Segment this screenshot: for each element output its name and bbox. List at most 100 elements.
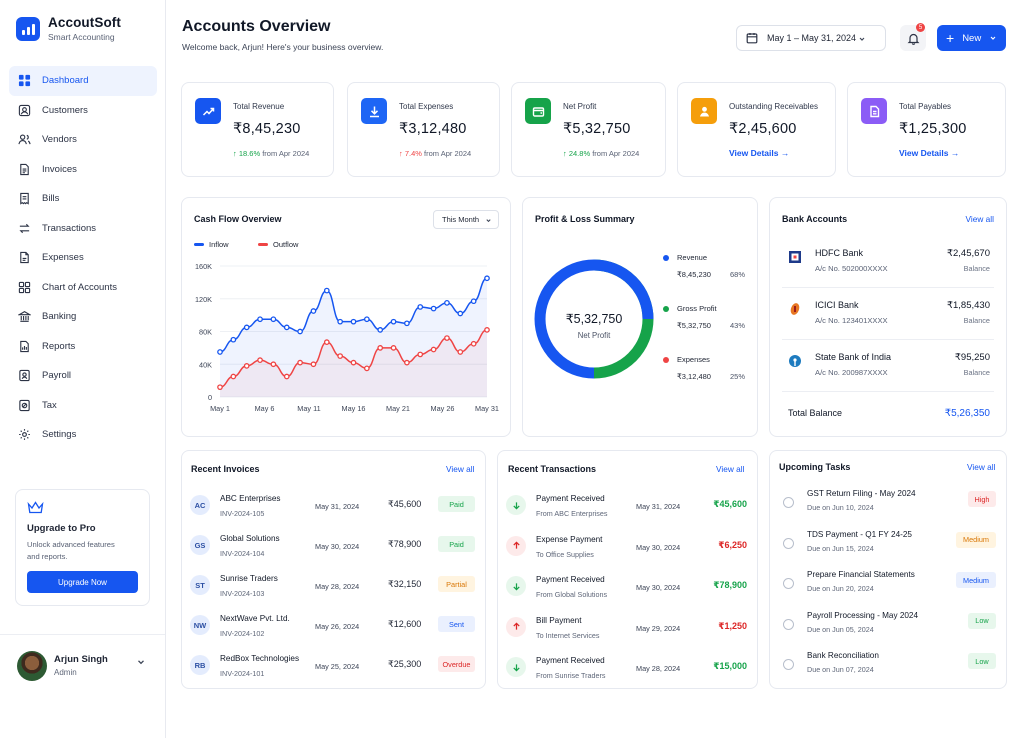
task-checkbox[interactable] [783, 659, 794, 670]
person-icon [691, 98, 717, 124]
kpi-label: Total Expenses [399, 102, 454, 111]
bank-name: ICICI Bank [815, 300, 859, 310]
sidebar-item-invoices[interactable]: Invoices [9, 155, 157, 185]
y-tick-label: 120K [195, 295, 212, 304]
bank-row-sbi[interactable]: State Bank of India A/c No. 200987XXXX ₹… [782, 340, 994, 392]
task-title: Bank Reconciliation [807, 651, 879, 660]
transaction-row[interactable]: Expense Payment To Office Supplies May 3… [498, 529, 759, 569]
bank-name: State Bank of India [815, 352, 892, 362]
upgrade-title: Upgrade to Pro [27, 523, 96, 534]
y-tick-label: 40K [199, 360, 212, 369]
pl-legend-value: ₹8,45,230 [677, 270, 711, 279]
sidebar-item-bills[interactable]: Bills [9, 184, 157, 214]
invoice-row[interactable]: ST Sunrise Traders INV-2024-103 May 28, … [182, 568, 487, 608]
user-profile[interactable]: Arjun Singh Admin [0, 634, 165, 738]
task-due-date: Due on Jun 07, 2024 [807, 665, 874, 674]
page-title: Accounts Overview [182, 18, 331, 35]
invoice-row[interactable]: AC ABC Enterprises INV-2024-105 May 31, … [182, 488, 487, 528]
bank-balance-label: Balance [963, 368, 990, 377]
client-name: RedBox Technologies [220, 654, 300, 663]
transaction-row[interactable]: Bill Payment To Internet Services May 29… [498, 610, 759, 650]
chevron-down-icon [990, 36, 996, 40]
transaction-title: Payment Received [536, 494, 605, 503]
view-all-link[interactable]: View all [716, 464, 744, 474]
donut-center-label: Net Profit [577, 331, 611, 340]
data-point-outflow [230, 373, 237, 380]
sidebar-item-dashboard[interactable]: Dashboard [9, 66, 157, 96]
sidebar-item-payroll[interactable]: Payroll [9, 361, 157, 391]
task-row[interactable]: Payroll Processing - May 2024 Due on Jun… [770, 606, 1008, 646]
sidebar-item-label: Banking [42, 311, 77, 323]
data-point-inflow [243, 324, 250, 331]
client-avatar: AC [190, 495, 210, 515]
donut-slice-gross-profit [593, 318, 654, 379]
kpi-value: ₹5,32,750 [563, 121, 631, 137]
sidebar-item-tax[interactable]: Tax [9, 391, 157, 421]
invoice-date: May 30, 2024 [315, 542, 360, 551]
data-point-inflow [364, 316, 370, 323]
accounts-icon [18, 281, 31, 293]
invoice-row[interactable]: NW NextWave Pvt. Ltd. INV-2024-102 May 2… [182, 608, 487, 648]
transaction-row[interactable]: Payment Received From Global Solutions M… [498, 569, 759, 609]
sidebar-item-banking[interactable]: Banking [9, 302, 157, 332]
task-row[interactable]: Prepare Financial Statements Due on Jun … [770, 565, 1008, 605]
task-row[interactable]: Bank Reconciliation Due on Jun 07, 2024 … [770, 646, 1008, 686]
transaction-date: May 30, 2024 [636, 542, 681, 552]
invoice-row[interactable]: RB RedBox Technologies INV-2024-101 May … [182, 648, 487, 688]
sidebar-item-chart-of-accounts[interactable]: Chart of Accounts [9, 273, 157, 303]
bank-row-icici[interactable]: ICICI Bank A/c No. 123401XXXX ₹1,85,430 … [782, 288, 994, 340]
transaction-title: Expense Payment [536, 534, 603, 544]
arrow-up-icon: ↑ [563, 149, 567, 158]
data-point-outflow [470, 340, 477, 347]
transaction-row[interactable]: Payment Received From Sunrise Traders Ma… [498, 650, 759, 690]
date-range-picker[interactable]: May 1 – May 31, 2024 [736, 25, 886, 51]
sidebar-item-customers[interactable]: Customers [9, 96, 157, 126]
view-all-link[interactable]: View all [966, 214, 994, 224]
view-all-link[interactable]: View all [446, 464, 474, 474]
sidebar-item-settings[interactable]: Settings [9, 420, 157, 450]
view-details-link[interactable]: View Details → [729, 148, 789, 158]
sidebar-item-vendors[interactable]: Vendors [9, 125, 157, 155]
chevron-down-icon[interactable] [136, 657, 146, 667]
invoice-number: INV-2024-105 [220, 509, 265, 518]
task-checkbox[interactable] [783, 578, 794, 589]
data-point-outflow [364, 365, 370, 372]
invoice-amount: ₹12,600 [388, 619, 422, 629]
data-point-inflow [217, 349, 223, 355]
data-point-outflow [377, 345, 384, 351]
period-select[interactable]: This Month [433, 210, 499, 229]
card-title: Cash Flow Overview [194, 214, 282, 224]
sidebar-item-expenses[interactable]: Expenses [9, 243, 157, 273]
users-icon [18, 104, 31, 116]
data-point-inflow [484, 275, 490, 282]
sidebar-item-transactions[interactable]: Transactions [9, 214, 157, 244]
transaction-date: May 29, 2024 [636, 623, 681, 633]
invoice-row[interactable]: GS Global Solutions INV-2024-104 May 30,… [182, 528, 487, 568]
client-name: ABC Enterprises [220, 494, 281, 503]
app-logo[interactable]: AccoutSoft Smart Accounting [16, 15, 121, 42]
task-checkbox[interactable] [783, 618, 794, 630]
data-point-outflow [270, 361, 277, 368]
bank-row-hdfc[interactable]: HDFC Bank A/c No. 502000XXXX ₹2,45,670 B… [782, 236, 994, 288]
notifications-button[interactable]: 5 [900, 23, 926, 51]
transaction-row[interactable]: Payment Received From ABC Enterprises Ma… [498, 488, 759, 528]
upcoming-tasks-card: Upcoming Tasks View all GST Return Filin… [769, 450, 1007, 689]
sidebar-item-label: Settings [42, 429, 77, 441]
task-checkbox[interactable] [783, 497, 794, 508]
data-point-outflow [444, 335, 450, 341]
upgrade-now-button[interactable]: Upgrade Now [27, 571, 138, 593]
sidebar-item-reports[interactable]: Reports [9, 332, 157, 362]
sidebar-item-label: Transactions [42, 222, 97, 234]
view-details-label: View Details [729, 148, 779, 158]
task-row[interactable]: TDS Payment - Q1 FY 24-25 Due on Jun 15,… [770, 525, 1008, 565]
transaction-party: From Global Solutions [536, 590, 608, 599]
kpi-total-payables: Total Payables ₹1,25,300 View Details → [847, 82, 1006, 177]
view-all-link[interactable]: View all [967, 462, 995, 472]
task-checkbox[interactable] [783, 537, 794, 549]
kpi-total-expenses: Total Expenses ₹3,12,480 ↑ 7.4% from Apr… [347, 82, 500, 177]
view-details-link[interactable]: View Details → [899, 148, 959, 158]
new-button[interactable]: + New [937, 25, 1006, 51]
payroll-icon [19, 370, 30, 382]
task-due-date: Due on Jun 20, 2024 [807, 584, 874, 593]
task-row[interactable]: GST Return Filing - May 2024 Due on Jun … [770, 484, 1008, 524]
